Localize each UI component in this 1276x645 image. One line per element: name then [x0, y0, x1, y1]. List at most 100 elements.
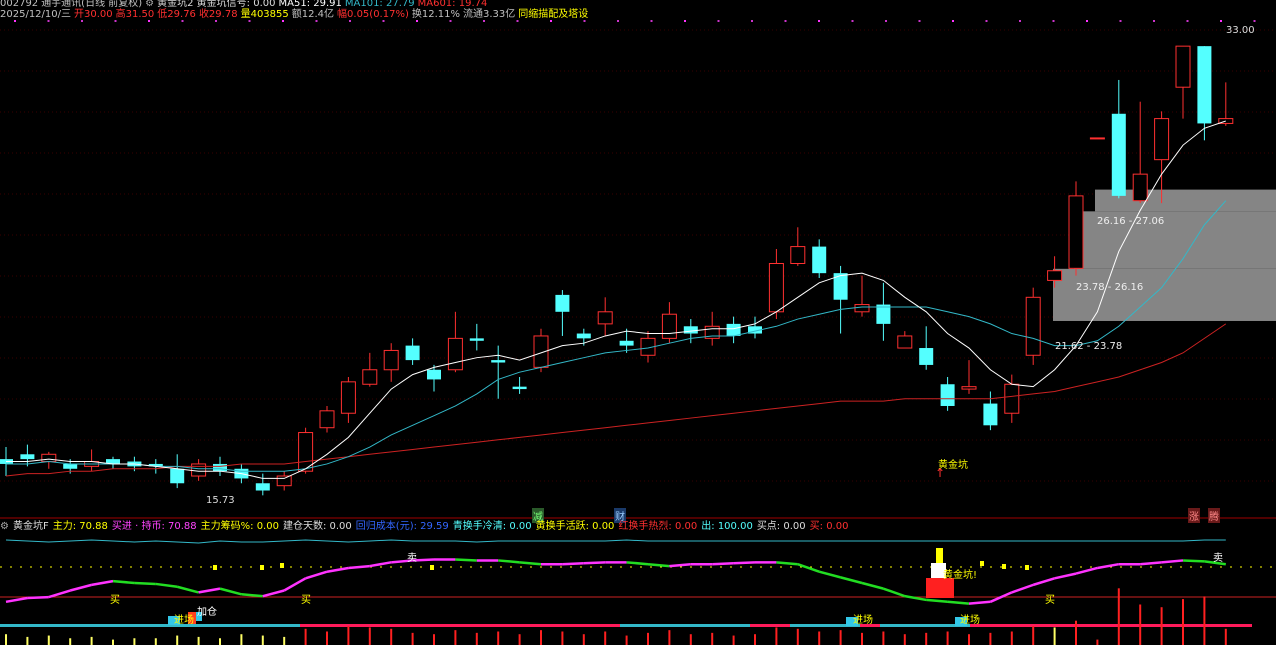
ind-volume-bar — [433, 634, 435, 645]
chip-zone-label-3: 21.62 - 23.78 — [1055, 341, 1123, 352]
ind-volume-bar — [1203, 596, 1206, 645]
ind-buy-label-1: 买 — [110, 595, 120, 606]
ind-regress: 回归成本(元): 29.59 — [355, 521, 449, 532]
ind-volume-bar — [90, 636, 93, 645]
candles — [0, 45, 1234, 496]
candle-body — [191, 463, 207, 477]
ind-main-seg — [968, 600, 991, 605]
event-dot — [918, 20, 921, 22]
ind-volume-bar — [540, 630, 542, 645]
ind-main-seg — [369, 561, 392, 568]
event-dot — [617, 20, 619, 22]
ind-volume-bar — [347, 626, 350, 645]
low-price-label: 15.73 — [206, 495, 235, 506]
chip-zones — [1053, 189, 1276, 321]
event-dot — [14, 20, 16, 22]
ind-volume-bar — [839, 630, 842, 645]
candle-body — [491, 360, 506, 363]
indicator-title[interactable]: 黄金坑F — [13, 521, 49, 532]
candle-body — [1047, 270, 1063, 281]
high-price-label: 33.00 — [1226, 25, 1255, 36]
candle-body — [1089, 137, 1105, 140]
event-dot — [818, 20, 820, 22]
event-dot — [248, 20, 251, 22]
ind-main-seg — [840, 576, 863, 585]
ind-main-seg — [176, 585, 199, 594]
ind-buy-label-2: 买 — [301, 595, 311, 606]
ind-volume-bar — [1053, 627, 1056, 645]
ind-volume-bar — [775, 627, 778, 645]
ind-volume-bar — [818, 631, 821, 645]
candle-body — [961, 386, 977, 390]
event-dot — [81, 20, 83, 22]
ind-volume-bar — [668, 630, 671, 645]
candle-body — [854, 304, 870, 313]
ind-main-seg — [647, 562, 670, 568]
ind-main-seg — [797, 563, 820, 573]
candle-body — [726, 323, 741, 336]
candle-body — [213, 463, 227, 472]
event-dot — [181, 20, 184, 22]
event-dot — [1220, 20, 1222, 22]
ind-volume-bar — [968, 634, 970, 645]
ind-volume-bar — [903, 634, 906, 645]
candle-body — [512, 386, 527, 390]
event-dot — [382, 20, 385, 22]
candle-body — [1154, 118, 1170, 161]
chip-zone-label-2: 23.78 - 26.16 — [1076, 282, 1144, 293]
ind-volume-bar — [326, 631, 328, 645]
event-dot — [784, 20, 787, 22]
candle-body — [919, 348, 934, 365]
candle-body — [768, 263, 784, 313]
ind-volume-bar — [1182, 599, 1184, 645]
ind-volume-bar — [925, 632, 928, 645]
event-dot — [985, 20, 988, 22]
ind-main-seg — [134, 581, 156, 586]
ind-main-seg — [776, 561, 798, 566]
event-dot — [349, 20, 351, 22]
indicator-panel — [0, 539, 1276, 645]
ind-main-seg — [1054, 572, 1077, 580]
ind-main-seg — [326, 566, 349, 573]
ind-main-seg — [219, 587, 242, 596]
ind-out: 出: 100.00 — [701, 521, 753, 532]
ind-main-seg — [861, 581, 884, 590]
ind-volume-bar — [411, 632, 414, 645]
candle-body — [683, 326, 698, 334]
ind-volume-bar — [1139, 604, 1142, 645]
event-dot — [851, 20, 854, 22]
ind-main-seg — [241, 593, 263, 598]
candle-body — [1197, 46, 1212, 124]
candle-body — [20, 454, 35, 460]
price-chart[interactable] — [0, 0, 1276, 645]
event-dot — [1153, 20, 1155, 22]
ind-main-seg — [1182, 559, 1205, 563]
marker-limit-up[interactable]: 涨 — [1188, 508, 1200, 523]
event-dot — [47, 20, 50, 22]
marker-soar[interactable]: 腾 — [1208, 508, 1220, 523]
ind-volume-bar — [796, 628, 799, 645]
candle-body — [1025, 296, 1041, 356]
ind-hot: 红换手热烈: 0.00 — [618, 521, 698, 532]
ind-yellow-mark — [1002, 564, 1006, 569]
ind-volume-bar — [283, 636, 286, 645]
ind-volume-bar — [69, 638, 72, 645]
ind-volume-bar — [219, 638, 221, 645]
ind-chip: 主力筹码%: 0.00 — [200, 521, 279, 532]
candle-body — [427, 369, 441, 380]
candle-body — [170, 468, 185, 484]
event-dot — [449, 20, 452, 22]
ind-active: 黄换手活跃: 0.00 — [535, 521, 615, 532]
ind-main-seg — [498, 559, 520, 564]
ind-volume-bar — [711, 632, 714, 645]
candle-body — [447, 337, 463, 371]
ind-main-seg — [733, 561, 756, 565]
ind-main-seg — [562, 562, 584, 566]
event-dot — [717, 20, 720, 22]
indicator-settings-icon[interactable]: ⚙ — [0, 521, 9, 532]
ind-yellow-mark — [280, 563, 284, 568]
ind-main-seg — [1011, 583, 1034, 594]
ind-main-seg — [1140, 561, 1162, 566]
candle-body — [276, 475, 292, 487]
ind-main-seg — [882, 587, 906, 598]
